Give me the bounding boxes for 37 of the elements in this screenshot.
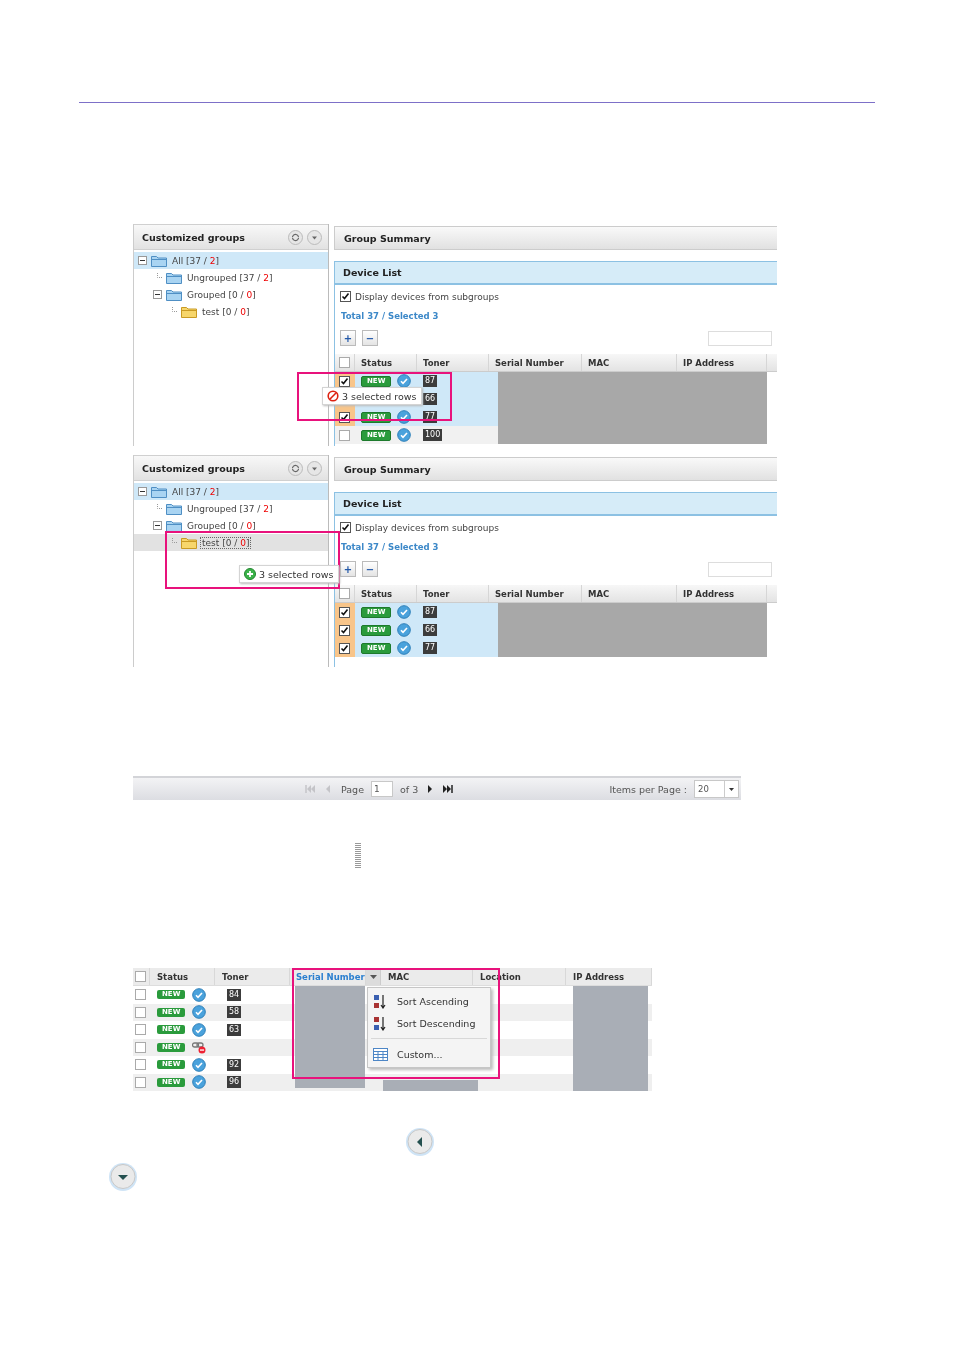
toner-value: 77 — [423, 642, 438, 654]
panel-title: Customized groups — [142, 231, 246, 243]
tree-label: All [37 / 2] — [171, 486, 220, 497]
toner-value: 66 — [423, 393, 438, 405]
toner-value: 87 — [423, 606, 438, 618]
drag-tooltip-text: 3 selected rows — [342, 390, 417, 402]
tree-label: All [37 / 2] — [171, 255, 220, 266]
panel-title: Device List — [335, 261, 777, 285]
checkbox-label: Display devices from subgroups — [355, 522, 499, 533]
toner-value: 63 — [227, 1023, 242, 1036]
panel-title: Group Summary — [334, 226, 777, 250]
totals-text: Total 37 / Selected 3 — [340, 310, 440, 321]
tree-label: Ungrouped [37 / 2] — [186, 503, 274, 514]
tree-label: Grouped [0 / 0] — [186, 520, 257, 531]
page-count: of 3 — [400, 783, 419, 795]
items-per-page-label: Items per Page : — [609, 783, 687, 795]
toner-value: 100 — [423, 429, 443, 441]
panel-title: Device List — [335, 492, 777, 516]
tree-label: test [0 / 0] — [201, 537, 251, 548]
panel-title: Customized groups — [142, 462, 246, 474]
tree-label: Grouped [0 / 0] — [186, 289, 257, 300]
menu-item-label: Sort Descending — [397, 1017, 476, 1029]
totals-text: Total 37 / Selected 3 — [340, 541, 440, 552]
drag-tooltip-text: 3 selected rows — [259, 568, 334, 580]
toner-value: 84 — [227, 988, 242, 1001]
tree-label: Ungrouped [37 / 2] — [186, 272, 274, 283]
toner-value: 87 — [423, 375, 438, 387]
toner-value: 58 — [227, 1006, 242, 1019]
panel-title: Group Summary — [334, 457, 777, 481]
menu-item-label: Sort Ascending — [397, 995, 469, 1007]
tree-label: test [0 / 0] — [201, 306, 251, 317]
toner-value: 92 — [227, 1058, 242, 1071]
toner-value: 66 — [423, 624, 438, 636]
toner-value: 96 — [227, 1076, 242, 1089]
page-label: Page — [341, 783, 364, 795]
menu-item-label: Custom... — [397, 1048, 443, 1060]
checkbox-label: Display devices from subgroups — [355, 291, 499, 302]
